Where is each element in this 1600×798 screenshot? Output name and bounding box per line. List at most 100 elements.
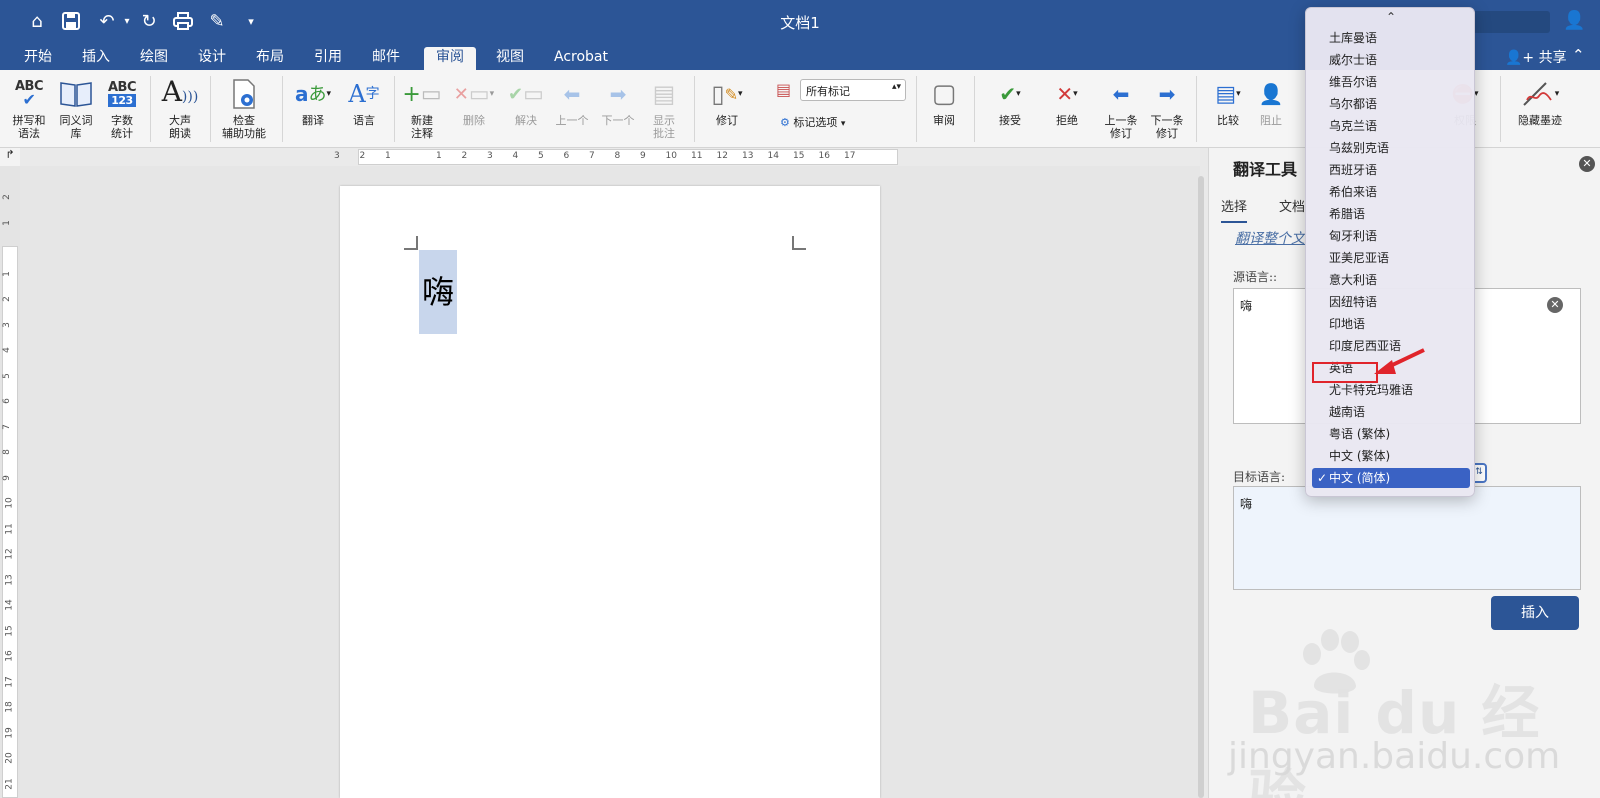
language-option[interactable]: 亚美尼亚语 <box>1312 248 1470 268</box>
ruler-tick-label: 7 <box>1 423 12 430</box>
translate-icon: a あ ▾ <box>294 81 332 106</box>
language-option[interactable]: 希腊语 <box>1312 204 1470 224</box>
clear-source-button[interactable]: ✕ <box>1547 297 1563 313</box>
tab-design[interactable]: 设计 <box>186 47 238 70</box>
language-option[interactable]: 希伯来语 <box>1312 182 1470 202</box>
tab-review[interactable]: 审阅 <box>424 47 476 70</box>
ruler-tick-label: 16 <box>818 151 830 161</box>
insert-button[interactable]: 插入 <box>1491 596 1579 630</box>
markup-options-icon: ⚙ <box>780 116 790 129</box>
tab-stop-selector[interactable]: ↱ <box>0 148 20 166</box>
language-option[interactable]: 威尔士语 <box>1312 50 1470 70</box>
next-comment-button[interactable]: ➡ 下一个 <box>598 74 638 128</box>
checkmark-icon: ✓ <box>1317 471 1328 485</box>
tab-insert[interactable]: 插入 <box>70 47 122 70</box>
translate-button[interactable]: a あ ▾ 翻译 <box>290 74 336 128</box>
track-changes-icon: ▯ ✎ ▾ <box>711 79 743 108</box>
language-button[interactable]: A字 语言 <box>344 74 384 128</box>
show-comments-button[interactable]: ▤ 显示 批注 <box>644 74 684 141</box>
ruler-tick-label: 20 <box>4 752 15 764</box>
markup-display-icon: ▤ <box>776 80 792 99</box>
resolve-comment-button[interactable]: ✔ ▭ 解决 <box>506 74 546 127</box>
ruler-tick-label: 12 <box>716 151 728 161</box>
scroll-up-icon[interactable]: ⌃ <box>1306 10 1476 24</box>
language-option[interactable]: 印地语 <box>1312 314 1470 334</box>
new-comment-button[interactable]: + ▭ 新建 注释 <box>402 74 442 140</box>
translate-document-link[interactable]: 翻译整个文 <box>1235 228 1305 248</box>
language-option[interactable]: 尤卡特克玛雅语 <box>1312 380 1470 400</box>
ruler-tick-label: 16 <box>4 650 15 662</box>
check-accessibility-button[interactable]: 检查 辅助功能 <box>216 74 272 140</box>
ruler-tick-label: 13 <box>742 151 754 161</box>
ruler-tick-label: 1 <box>436 151 442 161</box>
compare-button[interactable]: ▤ ▾ 比较 <box>1206 74 1250 127</box>
ruler-tick-label: 2 <box>461 151 468 161</box>
language-option[interactable]: 乌兹别克语 <box>1312 138 1470 158</box>
language-option[interactable]: 维吾尔语 <box>1312 72 1470 92</box>
tab-document[interactable]: 文档 <box>1279 196 1305 215</box>
account-icon[interactable]: 👤 <box>1563 10 1585 31</box>
close-icon: ✕ <box>1582 157 1592 170</box>
language-option[interactable]: 意大利语 <box>1312 270 1470 290</box>
target-text-box[interactable]: 嗨 <box>1233 486 1581 590</box>
horizontal-ruler[interactable]: 3 2 1 1 2 3 4 5 6 7 8 9 10 11 12 13 14 15 16 17 <box>20 148 1200 166</box>
ruler-tick-label: 14 <box>767 151 779 161</box>
ruler-tick-label: 2 <box>1 296 12 302</box>
thesaurus-button[interactable]: 同义词库 <box>54 74 98 140</box>
language-option[interactable]: 匈牙利语 <box>1312 226 1470 246</box>
tab-mailings[interactable]: 邮件 <box>360 47 412 70</box>
tab-layout[interactable]: 布局 <box>244 47 296 70</box>
ruler-tick-label: 10 <box>4 497 15 509</box>
block-authors-button[interactable]: 👤 阻止 <box>1256 74 1286 128</box>
next-change-button[interactable]: ➡ 下一条 修订 <box>1146 74 1188 141</box>
read-aloud-button[interactable]: A))) 大声 朗读 <box>160 74 200 140</box>
previous-change-button[interactable]: ⬅ 上一条 修订 <box>1100 74 1142 141</box>
tab-acrobat[interactable]: Acrobat <box>542 47 620 70</box>
show-comments-icon: ▤ <box>652 79 676 108</box>
book-icon <box>54 74 98 114</box>
markup-view-select[interactable]: 所有标记 ▴▾ <box>800 79 906 101</box>
track-changes-button[interactable]: ▯ ✎ ▾ 修订 <box>704 74 750 128</box>
accept-button[interactable]: ✔ ▾ 接受 <box>984 74 1036 128</box>
spelling-button[interactable]: ABC ✔ 拼写和 语法 <box>8 74 50 140</box>
language-option[interactable]: 中文 (繁体) <box>1312 446 1470 466</box>
language-option[interactable]: 乌克兰语 <box>1312 116 1470 136</box>
target-language-dropdown[interactable]: ⌃ 土库曼语 威尔士语 维吾尔语 乌尔都语 乌克兰语 乌兹别克语 西班牙语 希伯… <box>1305 7 1475 497</box>
hide-ink-button[interactable]: ▾ 隐藏墨迹 <box>1510 74 1570 127</box>
share-button[interactable]: 👤+ 共享 <box>1505 47 1567 67</box>
ruler-tick-label: 13 <box>4 573 15 586</box>
previous-comment-button[interactable]: ⬅ 上一个 <box>552 74 592 128</box>
language-option[interactable]: 乌尔都语 <box>1312 94 1470 114</box>
ruler-tick-label: 1 <box>1 219 12 226</box>
language-option[interactable]: 西班牙语 <box>1312 160 1470 180</box>
target-text: 嗨 <box>1240 497 1253 511</box>
new-comment-icon: + ▭ <box>402 81 442 107</box>
language-option[interactable]: 土库曼语 <box>1312 28 1470 48</box>
reject-button[interactable]: ✕ ▾ 拒绝 <box>1044 74 1090 128</box>
language-option[interactable]: 越南语 <box>1312 402 1470 422</box>
collapse-ribbon-icon[interactable]: ⌃ <box>1572 46 1585 64</box>
ruler-tick-label: 17 <box>4 675 15 688</box>
tab-selection[interactable]: 选择 <box>1221 196 1248 223</box>
language-option[interactable]: 粤语 (繁体) <box>1312 424 1470 444</box>
markup-options-button[interactable]: ⚙ 标记选项 ▾ <box>780 114 845 130</box>
delete-comment-button[interactable]: ✕ ▭ ▾ 删除 <box>450 74 498 127</box>
selected-text[interactable]: 嗨 <box>419 250 457 334</box>
language-option[interactable]: 因纽特语 <box>1312 292 1470 312</box>
tab-home[interactable]: 开始 <box>12 47 64 70</box>
clear-icon: ✕ <box>1550 298 1560 311</box>
vertical-ruler[interactable]: 2 1 1 2 3 4 5 6 7 8 9 10 11 12 13 14 15 16 17 18 19 20 21 <box>0 166 20 798</box>
margin-corner-mark <box>404 236 418 250</box>
tab-references[interactable]: 引用 <box>302 47 354 70</box>
pane-close-button[interactable]: ✕ <box>1579 156 1595 172</box>
resolve-icon: ✔ ▭ <box>508 81 544 107</box>
search-field[interactable] <box>1470 11 1550 33</box>
word-count-button[interactable]: ABC 123 字数 统计 <box>102 74 142 140</box>
language-option-selected[interactable]: ✓ 中文 (简体) <box>1312 468 1470 488</box>
ruler-tick-label: 9 <box>640 151 646 161</box>
document-scrollbar[interactable] <box>1198 176 1204 798</box>
tab-draw[interactable]: 绘图 <box>128 47 180 70</box>
document-page[interactable]: 嗨 <box>340 186 880 798</box>
review-pane-button[interactable]: ▢ 审阅 <box>924 74 964 128</box>
tab-view[interactable]: 视图 <box>484 47 536 70</box>
